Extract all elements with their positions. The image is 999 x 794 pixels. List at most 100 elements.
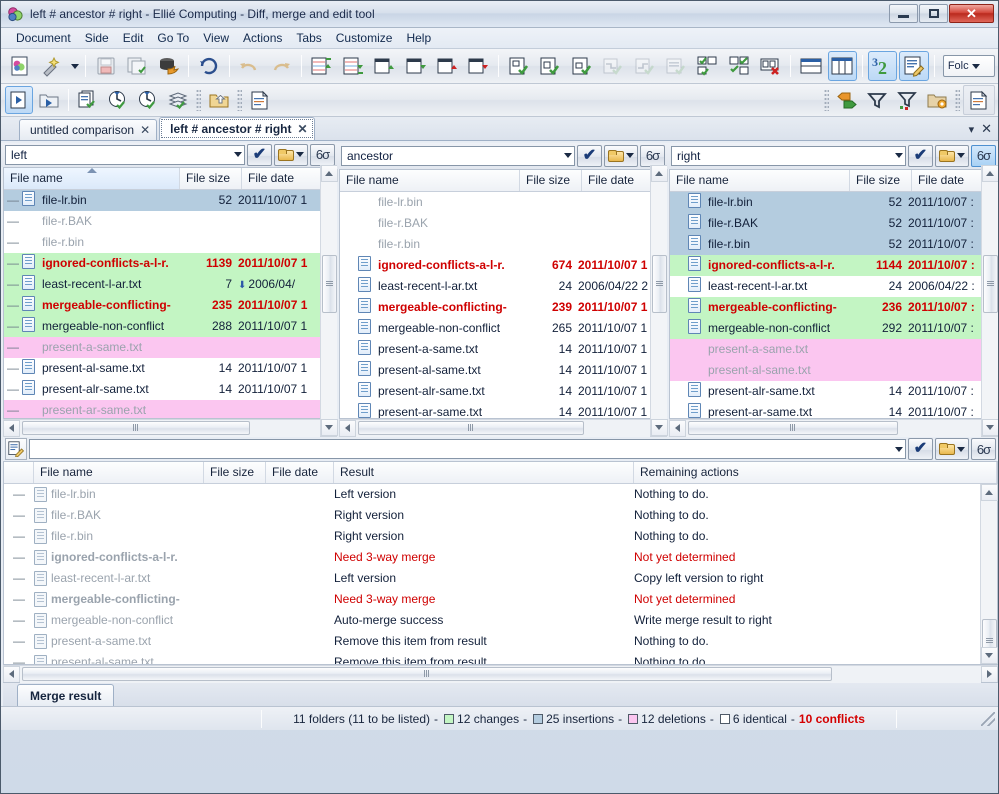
menu-help[interactable]: Help <box>399 29 438 47</box>
merge-result-browse-folder-button[interactable] <box>935 438 969 461</box>
table-row[interactable]: — mergeable-conflicting- 235 2011/10/07 1 <box>4 294 337 316</box>
right-preview-button[interactable]: 6σ <box>971 144 996 167</box>
ancestor-browse-folder-button[interactable] <box>604 144 638 167</box>
toolbar-grip[interactable] <box>237 89 242 111</box>
database-save-icon[interactable] <box>154 51 183 81</box>
table-row[interactable]: present-a-same.txt <box>670 338 998 360</box>
merge-vertical-scrollbar[interactable] <box>980 483 998 665</box>
right-col-filesize[interactable]: File size <box>850 169 912 191</box>
accept-left-icon[interactable] <box>504 51 533 81</box>
table-row[interactable]: — least-recent-l-ar.txt Left version Copy l… <box>4 568 997 589</box>
save-all-icon[interactable] <box>122 51 151 81</box>
table-row[interactable]: — file-lr.bin Left version Nothing to do. <box>4 484 997 505</box>
scroll-down-arrow[interactable] <box>650 419 668 436</box>
right-col-filename[interactable]: File name <box>670 169 850 191</box>
tab-untitled-comparison[interactable]: untitled comparison ✕ <box>19 119 158 140</box>
table-row[interactable]: file-lr.bin <box>340 191 667 213</box>
table-row[interactable]: mergeable-non-conflict 265 2011/10/07 1 <box>340 317 667 339</box>
left-col-filesize[interactable]: File size <box>180 167 242 189</box>
table-row[interactable]: mergeable-conflicting- 239 2011/10/07 1 <box>340 296 667 318</box>
scroll-left-arrow[interactable] <box>669 419 686 437</box>
right-validate-button[interactable]: ✔ <box>908 144 933 167</box>
left-preview-button[interactable]: 6σ <box>310 143 335 166</box>
merge-result-path-combo[interactable] <box>29 439 906 460</box>
menu-edit[interactable]: Edit <box>116 29 151 47</box>
menu-view[interactable]: View <box>196 29 236 47</box>
table-row[interactable]: mergeable-conflicting- 236 2011/10/07 : <box>670 296 998 318</box>
refresh-icon[interactable] <box>194 51 223 81</box>
first-difference-icon[interactable] <box>307 51 336 81</box>
merge-col-filename[interactable]: File name <box>34 461 204 483</box>
left-col-filename[interactable]: File name <box>4 167 180 189</box>
resize-grip[interactable] <box>981 711 995 726</box>
compare-files-icon[interactable] <box>5 86 33 114</box>
scrollbar-thumb[interactable] <box>358 420 584 435</box>
table-row[interactable]: — least-recent-l-ar.txt 7 ⬇ 2006/04/ <box>4 273 337 295</box>
scroll-up-arrow[interactable] <box>980 483 998 501</box>
compare-clipboard-icon[interactable] <box>74 86 102 114</box>
vertical-split-view-icon[interactable] <box>827 51 857 81</box>
horizontal-split-view-icon[interactable] <box>796 51 825 81</box>
swap-sides-icon[interactable] <box>833 86 861 114</box>
menu-goto[interactable]: Go To <box>150 29 196 47</box>
scroll-left-arrow[interactable] <box>3 665 20 683</box>
scroll-left-arrow[interactable] <box>339 419 356 437</box>
ancestor-validate-button[interactable]: ✔ <box>577 144 602 167</box>
undo-icon[interactable] <box>235 51 264 81</box>
merge-col-filedate[interactable]: File date <box>266 461 334 483</box>
tab-list-menu-icon[interactable]: ▾ <box>969 123 975 136</box>
table-row[interactable]: — file-r.BAK Right version Nothing to do. <box>4 505 997 526</box>
tab-close-icon[interactable]: ✕ <box>298 123 308 135</box>
resolve-all-left-icon[interactable] <box>693 51 722 81</box>
right-browse-folder-button[interactable] <box>935 144 969 167</box>
chevron-down-icon[interactable] <box>895 153 903 159</box>
table-row[interactable]: file-r.BAK <box>340 212 667 234</box>
scrollbar-track[interactable] <box>686 419 981 437</box>
right-vertical-scrollbar[interactable] <box>981 165 998 436</box>
folder-mode-combo[interactable]: Folc <box>942 55 995 77</box>
save-icon[interactable] <box>91 51 120 81</box>
merge-col-filesize[interactable]: File size <box>204 461 266 483</box>
merge-result-rows[interactable]: — file-lr.bin Left version Nothing to do. — f… <box>4 483 997 665</box>
document-properties-icon[interactable] <box>965 86 993 114</box>
minimize-button[interactable] <box>889 4 918 23</box>
previous-difference-icon[interactable] <box>369 51 398 81</box>
table-row[interactable]: file-r.BAK 52 2011/10/07 : <box>670 212 998 234</box>
tab-left-ancestor-right[interactable]: left # ancestor # right ✕ <box>159 117 315 140</box>
tab-merge-result[interactable]: Merge result <box>17 684 115 706</box>
table-row[interactable]: present-al-same.txt <box>670 359 998 381</box>
ancestor-file-rows[interactable]: file-lr.bin file-r.BAK file-r.bin ignored-c… <box>340 191 667 418</box>
table-row[interactable]: — file-r.bin <box>4 231 337 253</box>
left-browse-folder-button[interactable] <box>274 143 308 166</box>
merge-horizontal-scrollbar[interactable] <box>3 665 998 683</box>
left-horizontal-scrollbar[interactable] <box>3 419 337 437</box>
table-row[interactable]: — file-r.BAK <box>4 210 337 232</box>
chevron-down-icon[interactable] <box>564 153 572 159</box>
chevron-down-icon[interactable] <box>895 446 903 452</box>
scrollbar-thumb[interactable] <box>22 420 250 435</box>
open-parent-folder-icon[interactable] <box>205 86 233 114</box>
merge-col-remaining[interactable]: Remaining actions <box>634 461 997 483</box>
scroll-down-arrow[interactable] <box>320 419 338 436</box>
wizard-dropdown-arrow[interactable] <box>68 51 80 81</box>
left-validate-button[interactable]: ✔ <box>247 143 272 166</box>
scroll-up-arrow[interactable] <box>981 165 998 182</box>
accept-middle-icon[interactable] <box>536 51 565 81</box>
next-difference-icon[interactable] <box>401 51 430 81</box>
filter-icon[interactable] <box>863 86 891 114</box>
scrollbar-thumb[interactable] <box>322 255 337 313</box>
toolbar-grip[interactable] <box>196 89 201 111</box>
table-row[interactable]: ignored-conflicts-a-l-r. 674 2011/10/07 1 <box>340 254 667 276</box>
clear-merge-icon[interactable] <box>756 51 785 81</box>
table-row[interactable]: — present-al-same.txt 14 2011/10/07 1 <box>4 357 337 379</box>
merge-result-edit-icon[interactable] <box>5 438 27 461</box>
compare-history-icon[interactable] <box>134 86 162 114</box>
table-row[interactable]: present-alr-same.txt 14 2011/10/07 : <box>670 380 998 402</box>
merge-block-right-icon[interactable] <box>630 51 659 81</box>
scrollbar-thumb[interactable] <box>652 255 667 313</box>
table-row[interactable]: present-al-same.txt 14 2011/10/07 1 <box>340 359 667 381</box>
merge-result-preview-button[interactable]: 6σ <box>971 438 996 461</box>
table-row[interactable]: — present-al-same.txt Remove this item fro… <box>4 652 997 665</box>
scroll-right-arrow[interactable] <box>981 665 998 683</box>
table-row[interactable]: — mergeable-non-conflict 288 2011/10/07 1 <box>4 315 337 337</box>
